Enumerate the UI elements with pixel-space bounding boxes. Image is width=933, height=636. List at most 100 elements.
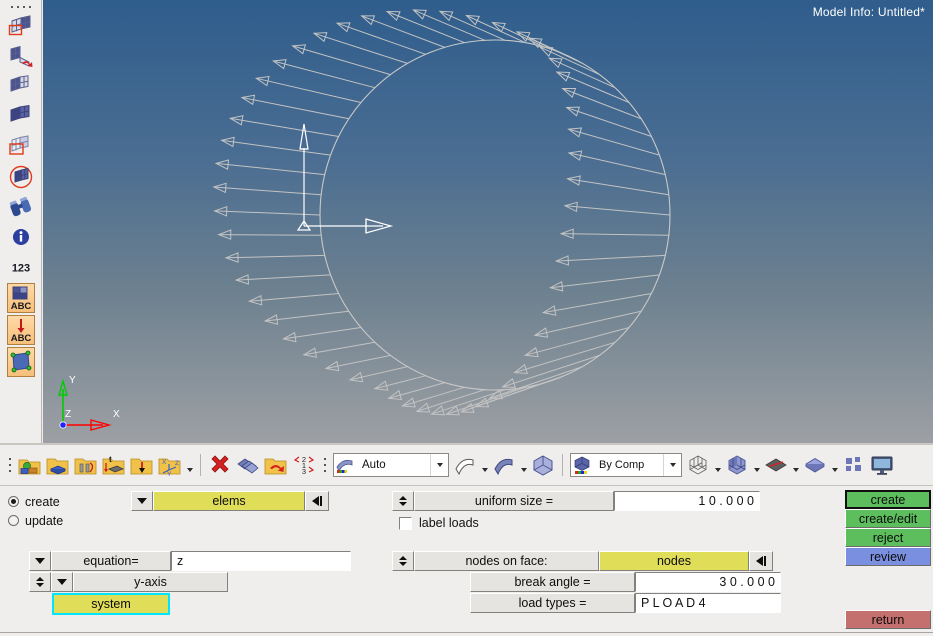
left-toolbar-grip[interactable] [0, 2, 41, 12]
shaded-geom-caret[interactable] [479, 452, 490, 478]
nodes-selector[interactable]: nodes [599, 551, 749, 571]
nodes-on-face-row: nodes on face: nodes [392, 551, 773, 571]
face-mode-toggle[interactable] [392, 551, 414, 571]
uniform-size-field[interactable]: 1 0 . 0 0 0 [614, 491, 760, 511]
radio-create-dot [8, 496, 19, 507]
shaded-geom-icon[interactable] [451, 450, 479, 480]
wireframe-cube-caret[interactable] [712, 452, 723, 478]
label-loads-checkbox[interactable] [399, 516, 412, 530]
numbers-icon[interactable]: 123 [6, 253, 36, 281]
property-icon[interactable] [72, 450, 100, 480]
abc-load-icon[interactable]: ABC [6, 315, 35, 345]
shaded-solid-icon[interactable] [529, 450, 557, 480]
label-loads-row[interactable]: label loads [399, 516, 479, 530]
wireframe-cube-icon[interactable] [684, 450, 712, 480]
material-icon[interactable]: t [100, 450, 128, 480]
elems-select-icon[interactable] [6, 133, 36, 161]
collectors-icon[interactable] [16, 450, 44, 480]
magnitude-mode-toggle[interactable] [392, 491, 414, 511]
load-types-field[interactable]: P L O A D 4 [635, 593, 781, 613]
color-mode-caret[interactable] [663, 454, 681, 476]
color-mode-icon [571, 456, 593, 474]
toolbar-separator-1 [200, 454, 201, 476]
uniform-size-label[interactable]: uniform size = [414, 491, 614, 511]
visualization-mode-combo[interactable]: Auto [333, 453, 449, 477]
system-selector[interactable]: system [52, 593, 170, 615]
radio-update-label: update [25, 513, 64, 528]
create-button[interactable]: create [845, 490, 931, 509]
equation-field[interactable]: z [171, 551, 351, 571]
svg-text:t: t [109, 455, 112, 464]
review-button[interactable]: review [845, 547, 931, 566]
component-icon[interactable] [44, 450, 72, 480]
break-angle-field[interactable]: 3 0 . 0 0 0 [635, 572, 781, 592]
shaded-cube-icon[interactable] [723, 450, 751, 480]
surface-icon[interactable] [6, 347, 35, 377]
break-angle-label[interactable]: break angle = [470, 572, 635, 592]
elems-selector[interactable]: elems [153, 491, 305, 511]
radio-update[interactable]: update [8, 511, 63, 530]
organize-icon[interactable] [234, 450, 262, 480]
system-row: system [52, 593, 170, 615]
delete-icon[interactable] [206, 450, 234, 480]
load-collector-icon[interactable] [128, 450, 156, 480]
create-edit-button[interactable]: create/edit [845, 509, 931, 528]
return-button[interactable]: return [845, 610, 931, 629]
triad-label-x: X [113, 409, 120, 420]
axis-selector[interactable]: y-axis [73, 572, 228, 592]
visualization-mode-caret[interactable] [430, 454, 448, 476]
load-types-row: load types = P L O A D 4 [470, 593, 781, 613]
monitor-icon[interactable] [868, 450, 896, 480]
svg-text:X: X [162, 459, 167, 466]
nodes-on-face-label[interactable]: nodes on face: [414, 551, 599, 571]
svg-text:Y: Y [167, 471, 172, 477]
visualization-mode-icon [334, 456, 356, 474]
elems-edit-icon[interactable] [6, 43, 36, 71]
elems-dropdown-button[interactable] [131, 491, 153, 511]
toolbar-grip-2[interactable] [321, 452, 328, 478]
reorder-icon[interactable]: 2 1 3 [290, 450, 318, 480]
toolbar-grip-1[interactable] [6, 452, 13, 478]
shaded-plate-caret[interactable] [829, 452, 840, 478]
global-axis-triad: Y X Z [51, 373, 127, 435]
equation-label[interactable]: equation= [51, 551, 171, 571]
axis-dropdown-button[interactable] [51, 572, 73, 592]
elems-solid-icon[interactable] [6, 103, 36, 131]
shaded-plate-icon[interactable] [801, 450, 829, 480]
system-collector-icon[interactable]: X Z Y [156, 450, 184, 480]
equation-dropdown-button[interactable] [29, 551, 51, 571]
local-triad [296, 123, 394, 234]
nodes-reset-button[interactable] [749, 551, 773, 571]
mesh-lines-caret[interactable] [790, 452, 801, 478]
elems-display-icon[interactable] [6, 73, 36, 101]
tiles-icon[interactable] [840, 450, 868, 480]
elems-create-icon[interactable] [6, 13, 36, 41]
collector-dropdown-caret[interactable] [184, 452, 195, 478]
label-loads-label: label loads [419, 516, 479, 530]
svg-text:123: 123 [11, 263, 29, 275]
axis-mode-toggle[interactable] [29, 572, 51, 592]
elems-circle-icon[interactable] [6, 163, 36, 191]
uniform-size-row: uniform size = 1 0 . 0 0 0 [392, 491, 760, 511]
graphics-viewport[interactable]: Model Info: Untitled* Y X Z [43, 0, 933, 443]
axis-row: y-axis [29, 572, 228, 592]
shaded-cube-caret[interactable] [751, 452, 762, 478]
mesh-lines-icon[interactable] [762, 450, 790, 480]
shaded-surface-icon[interactable] [490, 450, 518, 480]
color-mode-combo[interactable]: By Comp [570, 453, 682, 477]
shaded-surface-caret[interactable] [518, 452, 529, 478]
load-types-label[interactable]: load types = [470, 593, 635, 613]
hypermesh-window: 123 ABC ABC Model Info: Untitled* Y X Z … [0, 0, 933, 636]
toolbar-separator-2 [562, 454, 563, 476]
reject-button[interactable]: reject [845, 528, 931, 547]
return-button-wrap: return [845, 610, 931, 629]
elems-reset-button[interactable] [305, 491, 329, 511]
pressures-panel: create update elems uniform size = 1 0 .… [0, 485, 933, 636]
equation-row: equation= z [29, 551, 351, 571]
toolbar-strip: t X Z Y 2 1 3 Auto By Comp [0, 443, 933, 485]
info-icon[interactable] [6, 223, 36, 251]
renumber-icon[interactable] [262, 450, 290, 480]
abc-grid-icon[interactable]: ABC [6, 283, 35, 313]
binoculars-icon[interactable] [6, 193, 36, 221]
radio-create[interactable]: create [8, 492, 63, 511]
